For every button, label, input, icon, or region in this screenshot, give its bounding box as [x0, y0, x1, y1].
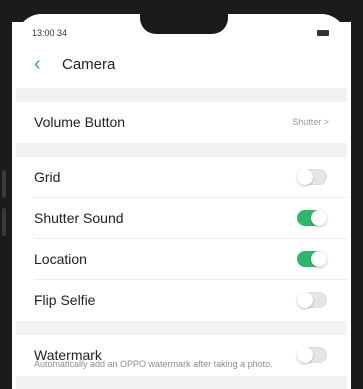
phone-frame: 13:00 34 ‹ Camera Volume Button Shutter …: [0, 0, 363, 389]
watermark-row: Watermark: [16, 335, 347, 376]
location-label: Location: [34, 251, 87, 267]
settings-group-watermark: Watermark: [16, 335, 347, 376]
shutter-sound-row: Shutter Sound: [16, 198, 347, 239]
settings-group-volume: Volume Button Shutter >: [16, 102, 347, 143]
back-button[interactable]: ‹: [34, 54, 41, 74]
grid-toggle[interactable]: [297, 169, 327, 185]
page-header: ‹ Camera: [16, 44, 347, 88]
toggle-knob: [311, 210, 327, 226]
page-title: Camera: [62, 56, 116, 73]
flip-selfie-row: Flip Selfie: [16, 280, 347, 321]
volume-down-side-button: [2, 208, 6, 236]
shutter-sound-label: Shutter Sound: [34, 210, 124, 226]
shutter-sound-toggle[interactable]: [297, 210, 327, 226]
status-time: 13:00 34: [32, 28, 68, 38]
battery-icon: [317, 30, 329, 36]
right-bezel: [351, 0, 363, 389]
settings-group-options: Grid Shutter Sound Location Flip Selfie: [16, 157, 347, 321]
screen: 13:00 34 ‹ Camera Volume Button Shutter …: [16, 14, 347, 389]
watermark-footnote: Automatically add an OPPO watermark afte…: [34, 359, 273, 369]
grid-label: Grid: [34, 169, 61, 185]
grid-row: Grid: [16, 157, 347, 198]
volume-button-label: Volume Button: [34, 114, 126, 130]
volume-button-row[interactable]: Volume Button Shutter >: [16, 102, 347, 143]
camera-notch: [140, 14, 228, 34]
volume-button-value: Shutter >: [292, 117, 329, 127]
toggle-knob: [297, 292, 313, 308]
location-toggle[interactable]: [297, 251, 327, 267]
location-row: Location: [16, 239, 347, 280]
volume-up-side-button: [2, 170, 6, 198]
flip-selfie-label: Flip Selfie: [34, 292, 96, 308]
toggle-knob: [297, 169, 313, 185]
toggle-knob: [311, 251, 327, 267]
flip-selfie-toggle[interactable]: [297, 292, 327, 308]
